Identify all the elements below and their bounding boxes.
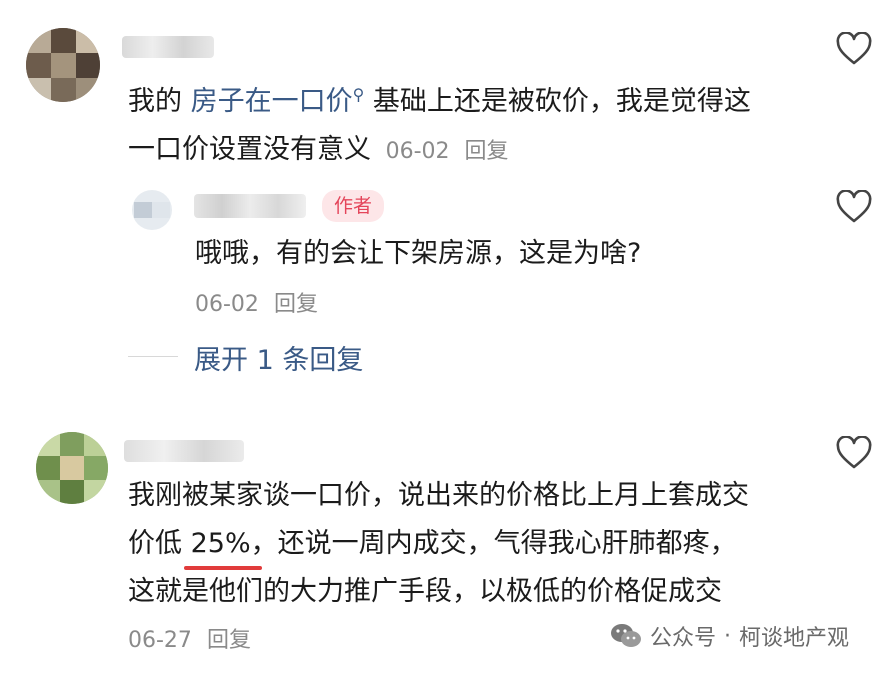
expand-replies-button[interactable]: 展开 1 条回复 <box>194 338 363 377</box>
watermark-account: 柯谈地产观 <box>739 626 850 651</box>
expand-divider <box>128 356 178 357</box>
watermark-separator: · <box>724 623 732 649</box>
reply-1-meta: 06-02 回复 <box>195 286 318 318</box>
avatar-author[interactable] <box>132 190 172 230</box>
reply-1-text: 哦哦，有的会让下架房源，这是为啥? <box>195 238 642 269</box>
author-name-blurred[interactable] <box>194 194 306 218</box>
reply-button[interactable]: 回复 <box>465 139 509 164</box>
reply-1-date: 06-02 <box>195 292 259 317</box>
watermark: 公众号 · 柯谈地产观 <box>610 618 849 654</box>
comment-2-meta: 06-27 回复 <box>128 622 251 654</box>
heart-icon[interactable] <box>836 32 872 66</box>
wechat-icon <box>611 624 641 647</box>
heart-icon[interactable] <box>836 436 872 470</box>
red-underline-annotation <box>184 566 262 570</box>
search-icon: ⚲ <box>352 85 365 104</box>
keyword-link[interactable]: 房子在一口价⚲ <box>191 85 365 117</box>
comment-2-date: 06-27 <box>128 628 192 653</box>
comment-1-date: 06-02 <box>385 139 450 164</box>
username-blurred[interactable] <box>122 36 214 58</box>
username-blurred[interactable] <box>124 440 244 462</box>
highlight-percent: 25% <box>190 528 251 559</box>
watermark-platform: 公众号 <box>650 626 717 651</box>
avatar-commenter-1[interactable] <box>26 28 100 102</box>
reply-button[interactable]: 回复 <box>274 292 318 317</box>
comment-1-text: 我的 房子在一口价⚲ 基础上还是被砍价，我是觉得这 一口价设置没有意义 06-0… <box>128 85 751 165</box>
heart-icon[interactable] <box>836 190 872 224</box>
avatar-commenter-2[interactable] <box>36 432 108 504</box>
author-badge: 作者 <box>322 190 385 222</box>
comment-2-text: 我刚被某家谈一口价，说出来的价格比上月上套成交 价低 25%，还说一周内成交，气… <box>128 480 749 607</box>
reply-button[interactable]: 回复 <box>207 628 251 653</box>
